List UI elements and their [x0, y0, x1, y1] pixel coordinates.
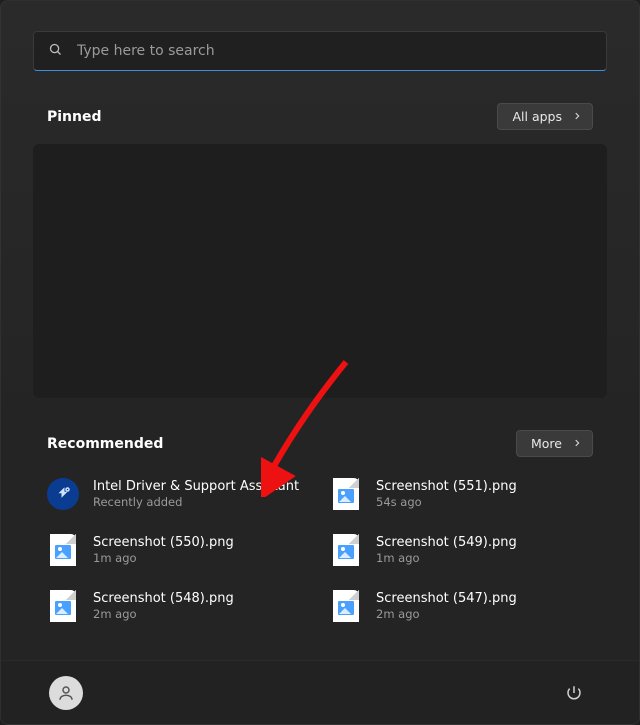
intel-icon	[47, 478, 79, 510]
recommended-header: Recommended More	[47, 430, 593, 457]
recommended-title: Recommended	[47, 436, 163, 452]
user-avatar[interactable]	[49, 676, 83, 710]
recommended-item[interactable]: Screenshot (551).png 54s ago	[330, 477, 593, 511]
image-file-icon	[330, 478, 362, 510]
power-button[interactable]	[557, 676, 591, 710]
start-menu-content: Pinned All apps Recommended More	[1, 1, 639, 660]
image-file-icon	[330, 534, 362, 566]
image-file-icon	[330, 590, 362, 622]
start-menu: Pinned All apps Recommended More	[0, 0, 640, 725]
chevron-right-icon	[572, 436, 582, 451]
recommended-item[interactable]: Screenshot (549).png 1m ago	[330, 533, 593, 567]
start-footer	[1, 660, 639, 724]
pinned-title: Pinned	[47, 109, 102, 125]
recommended-grid: Intel Driver & Support Assistant Recentl…	[33, 471, 607, 623]
recommended-item-title: Screenshot (550).png	[93, 535, 234, 551]
recommended-item-title: Screenshot (547).png	[376, 591, 517, 607]
recommended-item-subtitle: 1m ago	[376, 551, 517, 565]
recommended-item[interactable]: Screenshot (550).png 1m ago	[47, 533, 310, 567]
recommended-item-title: Screenshot (551).png	[376, 479, 517, 495]
pinned-apps-area	[33, 144, 607, 398]
recommended-item-subtitle: 54s ago	[376, 495, 517, 509]
pinned-header: Pinned All apps	[47, 103, 593, 130]
more-label: More	[531, 436, 562, 451]
chevron-right-icon	[572, 109, 582, 124]
recommended-item-subtitle: Recently added	[93, 495, 299, 509]
image-file-icon	[47, 534, 79, 566]
recommended-item-title: Intel Driver & Support Assistant	[93, 479, 299, 495]
recommended-item-subtitle: 1m ago	[93, 551, 234, 565]
search-input[interactable]	[77, 43, 592, 59]
recommended-item-title: Screenshot (549).png	[376, 535, 517, 551]
recommended-item-subtitle: 2m ago	[376, 607, 517, 621]
recommended-item[interactable]: Intel Driver & Support Assistant Recentl…	[47, 477, 310, 511]
all-apps-label: All apps	[512, 109, 562, 124]
recommended-item[interactable]: Screenshot (547).png 2m ago	[330, 589, 593, 623]
image-file-icon	[47, 590, 79, 622]
all-apps-button[interactable]: All apps	[497, 103, 593, 130]
recommended-item-title: Screenshot (548).png	[93, 591, 234, 607]
recommended-item[interactable]: Screenshot (548).png 2m ago	[47, 589, 310, 623]
recommended-item-subtitle: 2m ago	[93, 607, 234, 621]
search-icon	[48, 42, 63, 61]
more-button[interactable]: More	[516, 430, 593, 457]
search-box[interactable]	[33, 31, 607, 71]
